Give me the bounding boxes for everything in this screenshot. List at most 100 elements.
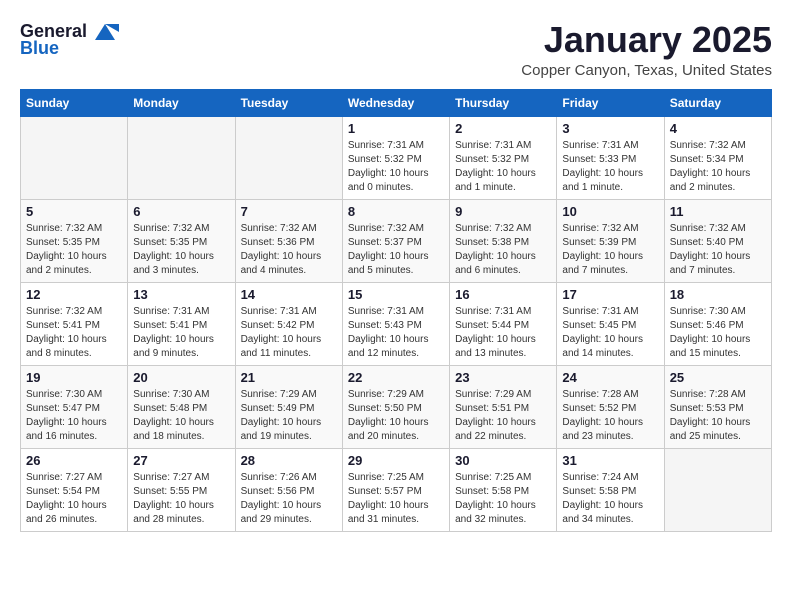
day-info: Sunrise: 7:29 AM Sunset: 5:50 PM Dayligh… xyxy=(348,388,444,444)
day-number: 11 xyxy=(670,204,766,219)
day-number: 8 xyxy=(348,204,444,219)
day-info: Sunrise: 7:31 AM Sunset: 5:32 PM Dayligh… xyxy=(455,139,551,195)
calendar-cell: 21 Sunrise: 7:29 AM Sunset: 5:49 PM Dayli… xyxy=(235,365,342,448)
day-info: Sunrise: 7:30 AM Sunset: 5:47 PM Dayligh… xyxy=(26,388,122,444)
day-number: 24 xyxy=(562,370,658,385)
day-number: 19 xyxy=(26,370,122,385)
day-info: Sunrise: 7:30 AM Sunset: 5:48 PM Dayligh… xyxy=(133,388,229,444)
day-number: 2 xyxy=(455,121,551,136)
calendar-cell: 22 Sunrise: 7:29 AM Sunset: 5:50 PM Dayli… xyxy=(342,365,449,448)
week-row-2: 5Sunrise: 7:32 AM Sunset: 5:35 PM Daylig… xyxy=(21,199,772,282)
week-row-3: 12 Sunrise: 7:32 AM Sunset: 5:41 PM Dayli… xyxy=(21,282,772,365)
week-row-5: 26 Sunrise: 7:27 AM Sunset: 5:54 PM Dayli… xyxy=(21,448,772,531)
logo-icon xyxy=(91,20,119,42)
day-number: 13 xyxy=(133,287,229,302)
day-number: 17 xyxy=(562,287,658,302)
calendar-table: Sunday Monday Tuesday Wednesday Thursday… xyxy=(20,89,772,532)
day-info: Sunrise: 7:32 AM Sunset: 5:36 PM Dayligh… xyxy=(241,222,337,278)
day-info: Sunrise: 7:32 AM Sunset: 5:41 PM Dayligh… xyxy=(26,305,122,361)
calendar-cell xyxy=(664,448,771,531)
day-info: Sunrise: 7:30 AM Sunset: 5:46 PM Dayligh… xyxy=(670,305,766,361)
logo: General Blue xyxy=(20,20,119,59)
day-info: Sunrise: 7:29 AM Sunset: 5:49 PM Dayligh… xyxy=(241,388,337,444)
day-number: 26 xyxy=(26,453,122,468)
title-block: January 2025 Copper Canyon, Texas, Unite… xyxy=(521,20,772,79)
week-row-4: 19 Sunrise: 7:30 AM Sunset: 5:47 PM Dayli… xyxy=(21,365,772,448)
day-info: Sunrise: 7:27 AM Sunset: 5:55 PM Dayligh… xyxy=(133,471,229,527)
calendar-cell xyxy=(21,116,128,199)
day-info: Sunrise: 7:31 AM Sunset: 5:42 PM Dayligh… xyxy=(241,305,337,361)
day-info: Sunrise: 7:31 AM Sunset: 5:43 PM Dayligh… xyxy=(348,305,444,361)
calendar-cell: 20 Sunrise: 7:30 AM Sunset: 5:48 PM Dayli… xyxy=(128,365,235,448)
calendar-cell: 11 Sunrise: 7:32 AM Sunset: 5:40 PM Dayli… xyxy=(664,199,771,282)
calendar-cell: 19 Sunrise: 7:30 AM Sunset: 5:47 PM Dayli… xyxy=(21,365,128,448)
calendar-cell: 24 Sunrise: 7:28 AM Sunset: 5:52 PM Dayli… xyxy=(557,365,664,448)
day-number: 1 xyxy=(348,121,444,136)
day-number: 10 xyxy=(562,204,658,219)
day-info: Sunrise: 7:24 AM Sunset: 5:58 PM Dayligh… xyxy=(562,471,658,527)
day-number: 28 xyxy=(241,453,337,468)
week-row-1: 1 Sunrise: 7:31 AM Sunset: 5:32 PM Daylig… xyxy=(21,116,772,199)
calendar-cell: 9Sunrise: 7:32 AM Sunset: 5:38 PM Daylig… xyxy=(450,199,557,282)
day-info: Sunrise: 7:32 AM Sunset: 5:40 PM Dayligh… xyxy=(670,222,766,278)
day-number: 20 xyxy=(133,370,229,385)
day-number: 7 xyxy=(241,204,337,219)
calendar-subtitle: Copper Canyon, Texas, United States xyxy=(521,62,772,79)
header-monday: Monday xyxy=(128,89,235,116)
header-tuesday: Tuesday xyxy=(235,89,342,116)
calendar-cell: 7 Sunrise: 7:32 AM Sunset: 5:36 PM Daylig… xyxy=(235,199,342,282)
day-number: 21 xyxy=(241,370,337,385)
day-info: Sunrise: 7:31 AM Sunset: 5:45 PM Dayligh… xyxy=(562,305,658,361)
calendar-cell: 4Sunrise: 7:32 AM Sunset: 5:34 PM Daylig… xyxy=(664,116,771,199)
calendar-cell: 14Sunrise: 7:31 AM Sunset: 5:42 PM Dayli… xyxy=(235,282,342,365)
calendar-cell: 1 Sunrise: 7:31 AM Sunset: 5:32 PM Daylig… xyxy=(342,116,449,199)
calendar-cell: 28 Sunrise: 7:26 AM Sunset: 5:56 PM Dayli… xyxy=(235,448,342,531)
calendar-cell: 6 Sunrise: 7:32 AM Sunset: 5:35 PM Daylig… xyxy=(128,199,235,282)
day-info: Sunrise: 7:31 AM Sunset: 5:33 PM Dayligh… xyxy=(562,139,658,195)
day-info: Sunrise: 7:26 AM Sunset: 5:56 PM Dayligh… xyxy=(241,471,337,527)
day-info: Sunrise: 7:32 AM Sunset: 5:35 PM Dayligh… xyxy=(26,222,122,278)
day-info: Sunrise: 7:31 AM Sunset: 5:32 PM Dayligh… xyxy=(348,139,444,195)
day-info: Sunrise: 7:32 AM Sunset: 5:34 PM Dayligh… xyxy=(670,139,766,195)
calendar-cell: 8Sunrise: 7:32 AM Sunset: 5:37 PM Daylig… xyxy=(342,199,449,282)
day-number: 31 xyxy=(562,453,658,468)
weekday-header-row: Sunday Monday Tuesday Wednesday Thursday… xyxy=(21,89,772,116)
calendar-cell: 29Sunrise: 7:25 AM Sunset: 5:57 PM Dayli… xyxy=(342,448,449,531)
day-info: Sunrise: 7:32 AM Sunset: 5:39 PM Dayligh… xyxy=(562,222,658,278)
day-info: Sunrise: 7:28 AM Sunset: 5:52 PM Dayligh… xyxy=(562,388,658,444)
calendar-title: January 2025 xyxy=(521,20,772,60)
calendar-cell: 30Sunrise: 7:25 AM Sunset: 5:58 PM Dayli… xyxy=(450,448,557,531)
header-wednesday: Wednesday xyxy=(342,89,449,116)
calendar-cell: 3 Sunrise: 7:31 AM Sunset: 5:33 PM Daylig… xyxy=(557,116,664,199)
day-info: Sunrise: 7:32 AM Sunset: 5:35 PM Dayligh… xyxy=(133,222,229,278)
day-info: Sunrise: 7:25 AM Sunset: 5:58 PM Dayligh… xyxy=(455,471,551,527)
calendar-cell: 17 Sunrise: 7:31 AM Sunset: 5:45 PM Dayli… xyxy=(557,282,664,365)
calendar-cell xyxy=(128,116,235,199)
page-header: General Blue January 2025 Copper Canyon,… xyxy=(20,20,772,79)
header-saturday: Saturday xyxy=(664,89,771,116)
day-number: 18 xyxy=(670,287,766,302)
day-number: 25 xyxy=(670,370,766,385)
day-info: Sunrise: 7:27 AM Sunset: 5:54 PM Dayligh… xyxy=(26,471,122,527)
day-number: 15 xyxy=(348,287,444,302)
day-number: 3 xyxy=(562,121,658,136)
calendar-cell: 23Sunrise: 7:29 AM Sunset: 5:51 PM Dayli… xyxy=(450,365,557,448)
day-number: 12 xyxy=(26,287,122,302)
day-info: Sunrise: 7:31 AM Sunset: 5:44 PM Dayligh… xyxy=(455,305,551,361)
calendar-cell: 5Sunrise: 7:32 AM Sunset: 5:35 PM Daylig… xyxy=(21,199,128,282)
day-info: Sunrise: 7:28 AM Sunset: 5:53 PM Dayligh… xyxy=(670,388,766,444)
calendar-cell: 27 Sunrise: 7:27 AM Sunset: 5:55 PM Dayli… xyxy=(128,448,235,531)
calendar-cell: 13 Sunrise: 7:31 AM Sunset: 5:41 PM Dayli… xyxy=(128,282,235,365)
day-info: Sunrise: 7:31 AM Sunset: 5:41 PM Dayligh… xyxy=(133,305,229,361)
day-info: Sunrise: 7:29 AM Sunset: 5:51 PM Dayligh… xyxy=(455,388,551,444)
calendar-cell: 2 Sunrise: 7:31 AM Sunset: 5:32 PM Daylig… xyxy=(450,116,557,199)
calendar-cell: 26 Sunrise: 7:27 AM Sunset: 5:54 PM Dayli… xyxy=(21,448,128,531)
day-number: 27 xyxy=(133,453,229,468)
calendar-cell: 16Sunrise: 7:31 AM Sunset: 5:44 PM Dayli… xyxy=(450,282,557,365)
day-info: Sunrise: 7:32 AM Sunset: 5:38 PM Dayligh… xyxy=(455,222,551,278)
header-sunday: Sunday xyxy=(21,89,128,116)
calendar-cell: 15 Sunrise: 7:31 AM Sunset: 5:43 PM Dayli… xyxy=(342,282,449,365)
day-number: 22 xyxy=(348,370,444,385)
calendar-cell: 18 Sunrise: 7:30 AM Sunset: 5:46 PM Dayli… xyxy=(664,282,771,365)
day-number: 6 xyxy=(133,204,229,219)
